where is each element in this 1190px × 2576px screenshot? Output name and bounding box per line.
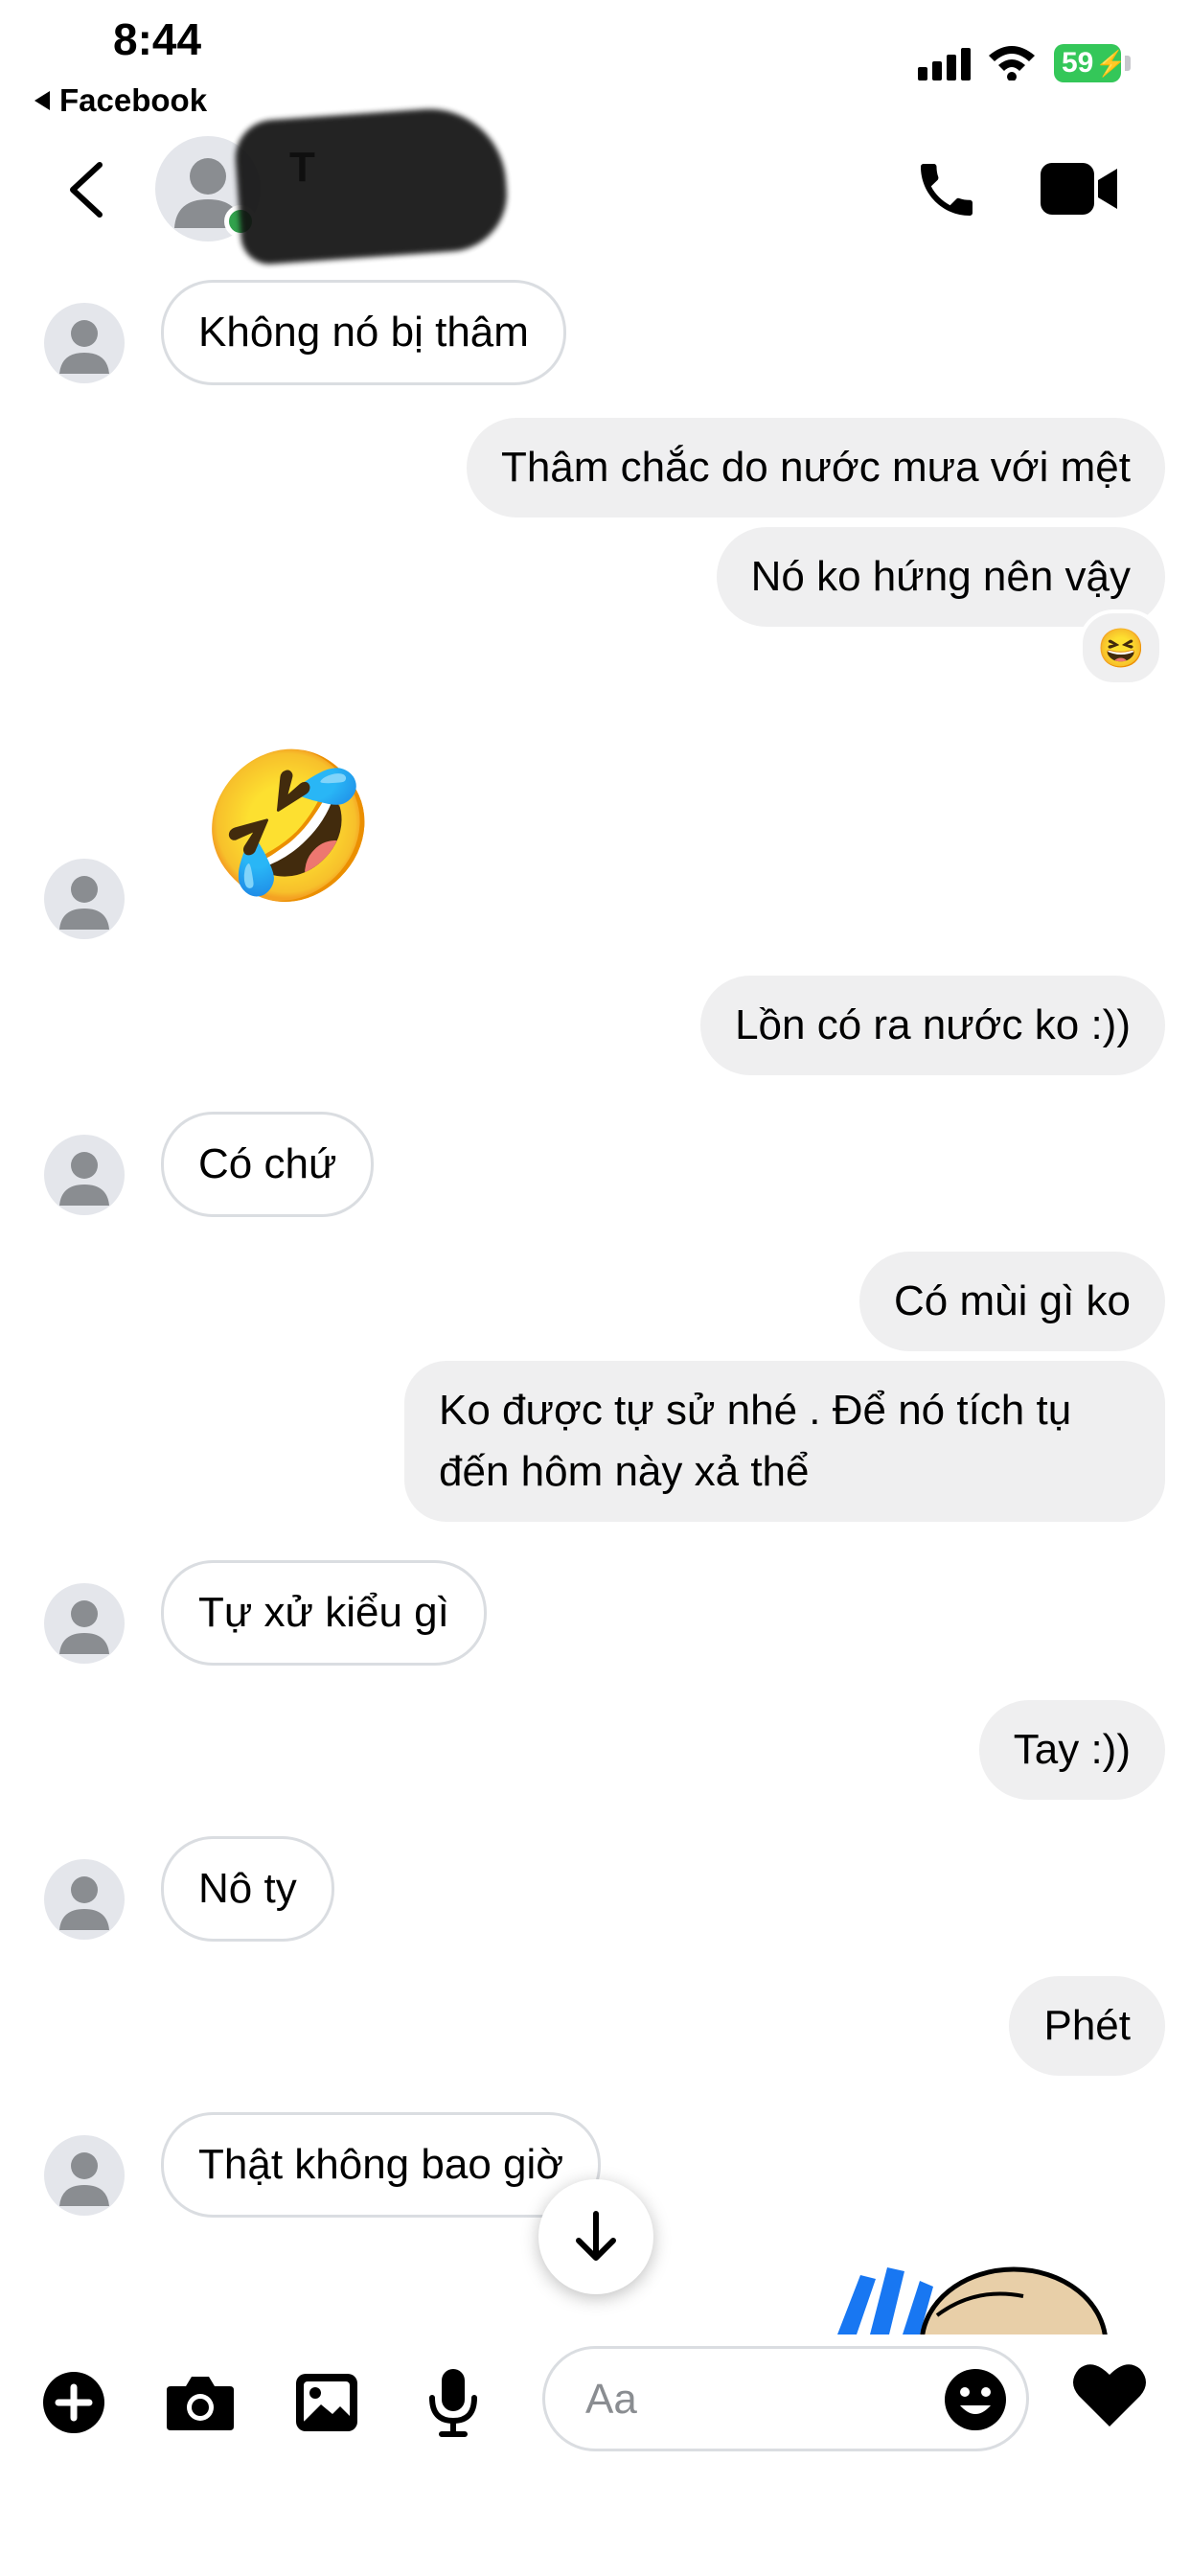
sender-avatar[interactable] [44,1135,125,1215]
more-actions-button[interactable] [38,2367,109,2438]
message-reaction[interactable]: 😆 [1079,610,1163,686]
message-bubble-incoming[interactable]: Có chứ [161,1112,375,1217]
message-input[interactable] [584,2372,932,2427]
redaction-scribble [233,104,511,266]
person-silhouette-icon [59,1600,109,1654]
message-bubble-outgoing[interactable]: Phét [1009,1976,1165,2076]
sender-avatar[interactable] [44,1859,125,1940]
heart-icon [1073,2364,1146,2426]
person-silhouette-icon [59,1876,109,1930]
back-chevron-icon [70,162,103,218]
video-call-button[interactable] [1041,161,1119,221]
status-time: 8:44 [113,14,202,64]
message-bubble-outgoing[interactable]: Thâm chắc do nước mưa với mệt [466,418,1165,518]
back-app-label: Facebook [59,82,208,118]
microphone-icon [429,2369,477,2437]
emoji-button[interactable] [943,2367,1008,2437]
phone-icon [921,164,973,216]
battery-tip [1125,56,1131,71]
person-silhouette-icon [59,876,109,930]
message-bubble-outgoing[interactable]: Nó ko hứng nên vậy [716,527,1165,627]
voice-message-button[interactable] [418,2367,489,2438]
person-silhouette-icon [59,1152,109,1206]
message-bubble-incoming[interactable]: Tự xử kiểu gì [161,1560,487,1666]
battery-indicator: 59 ⚡ [1054,44,1127,82]
person-silhouette-icon [59,2152,109,2206]
message-bubble-incoming[interactable]: Nô ty [161,1836,334,1942]
emoji-icon [945,2369,1006,2430]
wifi-icon [987,42,1037,85]
message-bubble-outgoing[interactable]: Tay :)) [978,1700,1165,1800]
message-bubble-incoming[interactable]: Thật không bao giờ [161,2112,602,2218]
battery-level: 59 [1062,47,1094,79]
sender-avatar[interactable] [44,303,125,383]
sender-avatar[interactable] [44,2135,125,2216]
person-silhouette-icon [59,320,109,374]
message-bubble-incoming[interactable]: Không nó bị thâm [161,280,566,385]
cellular-signal-icon [918,46,972,80]
gallery-icon [296,2374,357,2431]
emoji-message[interactable]: 🤣 [199,749,378,903]
camera-icon [167,2377,234,2430]
message-bubble-outgoing[interactable]: Ko được tự sử nhé . Để nó tích tụ đến hô… [404,1361,1165,1522]
charging-bolt-icon: ⚡ [1095,48,1127,78]
back-to-app-link[interactable]: Facebook [34,82,207,119]
message-bubble-outgoing[interactable]: Lồn có ra nước ko :)) [700,976,1165,1075]
sender-avatar[interactable] [44,1583,125,1664]
arrow-down-icon [576,2211,616,2261]
gallery-button[interactable] [291,2367,362,2438]
back-triangle-icon [34,91,50,110]
send-heart-button[interactable] [1071,2359,1148,2433]
camera-button[interactable] [165,2367,236,2438]
sticker-message[interactable] [832,2258,1110,2334]
message-bubble-outgoing[interactable]: Có mùi gì ko [859,1252,1165,1351]
video-camera-icon [1041,163,1117,215]
plus-icon [43,2372,104,2433]
sender-avatar[interactable] [44,859,125,939]
audio-call-button[interactable] [912,155,981,229]
scroll-to-bottom-button[interactable] [538,2179,653,2294]
back-button[interactable] [63,159,109,220]
